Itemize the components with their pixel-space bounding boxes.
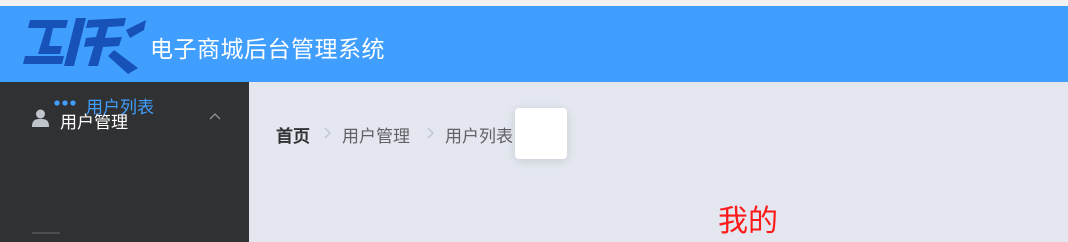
chevron-right-icon [324, 127, 331, 139]
chevron-up-icon[interactable] [209, 112, 221, 120]
sidebar-item-user-list[interactable] [0, 156, 249, 216]
sidebar-next-item-edge [32, 232, 60, 238]
chevron-right-icon [427, 127, 434, 139]
user-icon [32, 109, 49, 127]
dots-icon [54, 100, 76, 106]
brand-logo [23, 18, 146, 74]
main-content [249, 82, 1068, 242]
content-text: 我的 [718, 204, 778, 239]
app-header: 电子商城后台管理系统 [0, 6, 1068, 82]
app-title: 电子商城后台管理系统 [150, 37, 385, 63]
sidebar-item-label[interactable]: 用户列表 [86, 93, 154, 118]
breadcrumb-user-list: 用户列表 [445, 127, 513, 147]
breadcrumb-home[interactable]: 首页 [276, 122, 310, 147]
breadcrumb-user-management[interactable]: 用户管理 [342, 122, 410, 147]
popup-card [515, 108, 567, 159]
